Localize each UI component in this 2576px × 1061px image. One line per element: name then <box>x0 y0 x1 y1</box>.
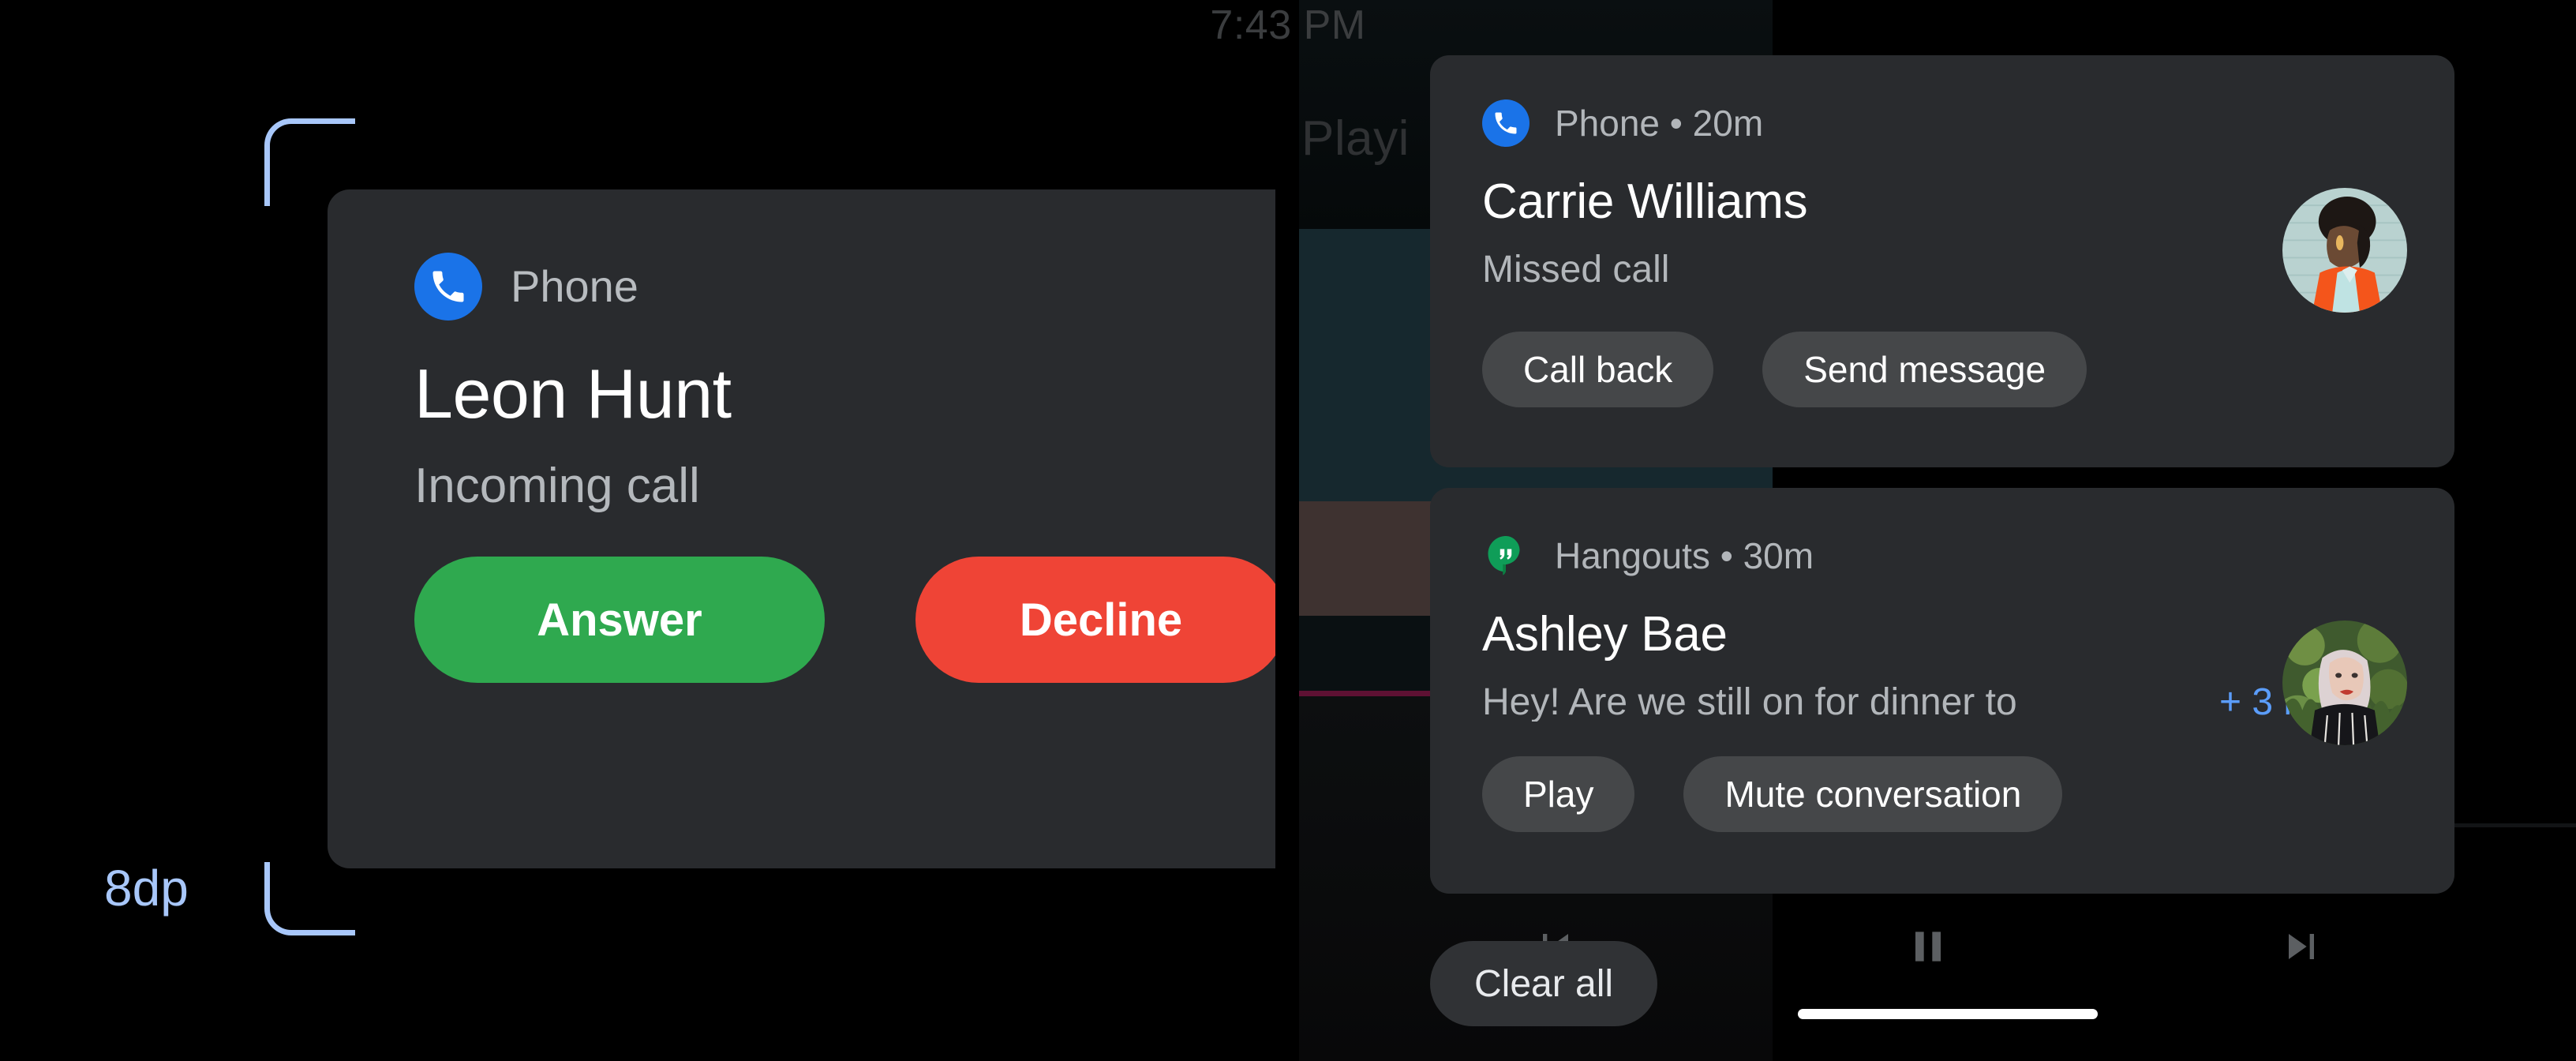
play-button[interactable]: Play <box>1482 756 1635 832</box>
call-app-name: Phone <box>511 261 638 311</box>
notification-shade: Phone • 20m Carrie Williams Missed call <box>1430 0 2454 1061</box>
notification-title: Ashley Bae <box>1482 607 1728 662</box>
call-status-text: Incoming call <box>414 459 700 513</box>
skip-next-icon[interactable] <box>2258 903 2345 990</box>
caller-name: Leon Hunt <box>414 354 732 433</box>
spec-measure-label: 8dp <box>104 860 189 917</box>
notification-title: Carrie Williams <box>1482 174 1808 229</box>
mute-conversation-button[interactable]: Mute conversation <box>1683 756 2063 832</box>
notification-header: Hangouts • 30m <box>1482 532 1814 579</box>
home-indicator[interactable] <box>1798 1009 2098 1019</box>
answer-button[interactable]: Answer <box>414 557 825 683</box>
notification-card-hangouts[interactable]: Hangouts • 30m Ashley Bae Hey! Are we st… <box>1430 488 2454 894</box>
avatar <box>2282 188 2407 313</box>
avatar <box>2282 620 2407 745</box>
send-message-button[interactable]: Send message <box>1762 332 2087 407</box>
notification-header: Phone • 20m <box>1482 99 1763 147</box>
media-transport-controls <box>1299 903 2314 990</box>
incoming-call-card[interactable]: Phone Leon Hunt Incoming call Answer Dec… <box>328 189 1275 868</box>
notification-body: Hey! Are we still on for dinner to <box>1482 684 2017 722</box>
decline-button[interactable]: Decline <box>915 557 1275 683</box>
phone-icon <box>414 253 482 321</box>
hangouts-icon <box>1482 532 1530 579</box>
screen-root: w Playi 7:43 PM 8dp Phone Leon Hunt Inco… <box>0 0 2576 1061</box>
notification-app-and-time: Phone • 20m <box>1555 103 1764 144</box>
notification-body: Missed call <box>1482 251 1670 289</box>
clear-all-button[interactable]: Clear all <box>1430 941 1658 1026</box>
phone-icon <box>1482 99 1530 147</box>
notification-action-row: Call back Send message <box>1482 332 2087 407</box>
notification-app-and-time: Hangouts • 30m <box>1555 535 1814 576</box>
pause-icon[interactable] <box>1885 903 1971 990</box>
call-card-header: Phone <box>414 253 638 321</box>
call-back-button[interactable]: Call back <box>1482 332 1714 407</box>
call-action-row: Answer Decline <box>414 557 1275 683</box>
spec-corner-bottom-left <box>264 862 355 935</box>
notification-card-missed-call[interactable]: Phone • 20m Carrie Williams Missed call <box>1430 55 2454 467</box>
notification-action-row: Play Mute conversation <box>1482 756 2063 832</box>
